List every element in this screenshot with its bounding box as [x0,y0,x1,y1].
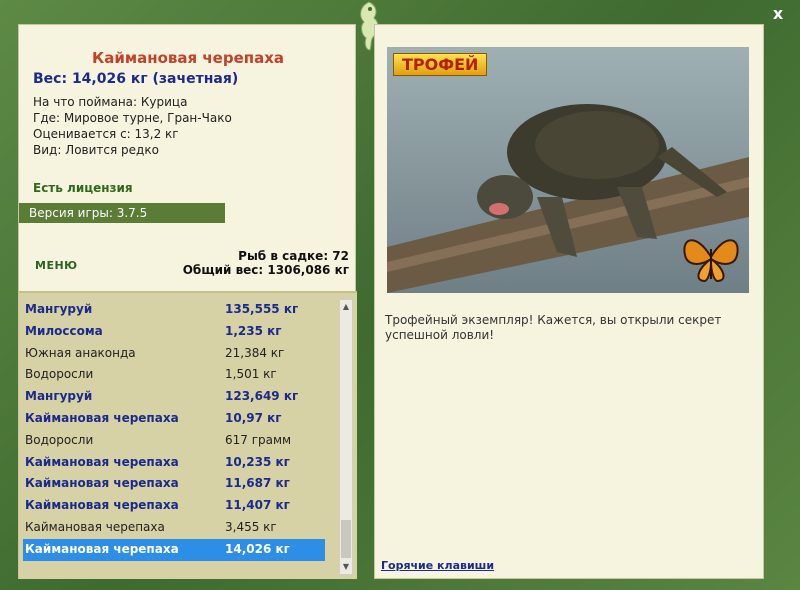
game-version: Версия игры: 3.7.5 [19,203,225,223]
catch-item-weight: 11,687 кг [225,476,290,491]
trophy-description: Трофейный экземпляр! Кажется, вы открыли… [385,313,722,342]
catch-item-name: Каймановая черепаха [25,454,179,469]
fish-weight: Вес: 14,026 кг (зачетная) [33,71,239,87]
butterfly-icon [679,227,743,287]
catch-item-weight: 11,407 кг [225,498,290,513]
catch-list-item[interactable]: Каймановая черепаха 11,407 кг [23,495,325,517]
catch-list-item[interactable]: Водоросли 617 грамм [23,430,325,452]
catch-item-weight: 135,555 кг [225,302,299,316]
fish-title: Каймановая черепаха [91,49,285,67]
catch-item-weight: 1,501 кг [225,367,277,382]
catch-list-item[interactable]: Каймановая черепаха 10,97 кг [23,408,325,430]
catch-list-item[interactable]: Водоросли 1,501 кг [23,364,325,386]
catch-item-name: Каймановая черепаха [25,410,179,425]
scrollbar[interactable]: ▲ ▼ [339,299,353,575]
fish-info-panel: Каймановая черепаха Вес: 14,026 кг (заче… [18,24,357,579]
catch-item-name: Каймановая черепаха [25,541,179,556]
kind-info: Вид: Ловится редко [33,143,159,157]
catch-item-name: Каймановая черепаха [25,519,165,534]
menu-button[interactable]: МЕНЮ [35,259,78,272]
catch-list-item[interactable]: Мангуруй 135,555 кг [23,299,325,321]
catch-list-item[interactable]: Каймановая черепаха 11,687 кг [23,473,325,495]
scroll-thumb[interactable] [341,520,351,558]
triangle-up-icon[interactable]: ▲ [340,300,352,314]
catch-list-item[interactable]: Южная анаконда 21,384 кг [23,343,325,365]
catch-item-name: Мангуруй [25,389,93,404]
catch-item-name: Водоросли [25,367,94,382]
catch-list-item[interactable]: Каймановая черепаха 3,455 кг [23,517,325,539]
trophy-badge: ТРОФЕЙ [393,53,488,76]
catch-item-weight: 10,97 кг [225,410,282,425]
cage-fish-count: Рыб в садке: 72 [238,249,349,263]
catch-list-item[interactable]: Мангуруй 123,649 кг [23,386,325,408]
catch-item-name: Каймановая черепаха [25,476,179,491]
hotkeys-link[interactable]: Горячие клавиши [381,559,494,572]
catch-item-weight: 1,235 кг [225,323,282,338]
catch-item-name: Мангуруй [25,302,93,316]
trophy-panel: ТРОФЕЙ Трофейный экземпляр! Кажется, вы … [374,24,764,579]
catch-item-weight: 617 грамм [225,432,292,447]
triangle-down-icon[interactable]: ▼ [340,560,352,574]
catch-item-name: Южная анаконда [25,345,136,360]
catch-list-item[interactable]: Милоссома 1,235 кг [23,321,325,343]
cage-total-weight: Общий вес: 1306,086 кг [182,263,349,277]
catch-item-weight: 123,649 кг [225,389,299,404]
catch-item-name: Водоросли [25,432,94,447]
place-info: Где: Мировое турне, Гран-Чако [33,111,232,125]
bait-info: На что поймана: Курица [33,95,188,109]
catch-item-weight: 14,026 кг [225,541,290,556]
close-icon: x [772,4,784,23]
catch-item-name: Милоссома [25,323,103,338]
catch-list-rows: Мангуруй 135,555 кг Милоссома 1,235 кг Южная… [23,299,325,561]
catch-list-item[interactable]: Каймановая черепаха 14,026 кг [23,538,325,561]
catch-list-item[interactable]: Каймановая черепаха 10,235 кг [23,452,325,474]
catch-item-weight: 3,455 кг [225,519,277,534]
close-button[interactable]: x [768,4,788,24]
catch-item-weight: 21,384 кг [225,345,285,360]
rated-info: Оценивается с: 13,2 кг [33,127,179,141]
fish-photo: ТРОФЕЙ [387,47,749,293]
catch-item-name: Каймановая черепаха [25,498,179,513]
catch-item-weight: 10,235 кг [225,454,290,469]
catch-list: Мангуруй 135,555 кг Милоссома 1,235 кг Южная… [19,291,357,579]
license-status: Есть лицензия [33,181,133,195]
game-window-frame: x Каймановая черепаха Вес: 14,026 кг (за… [0,0,800,590]
